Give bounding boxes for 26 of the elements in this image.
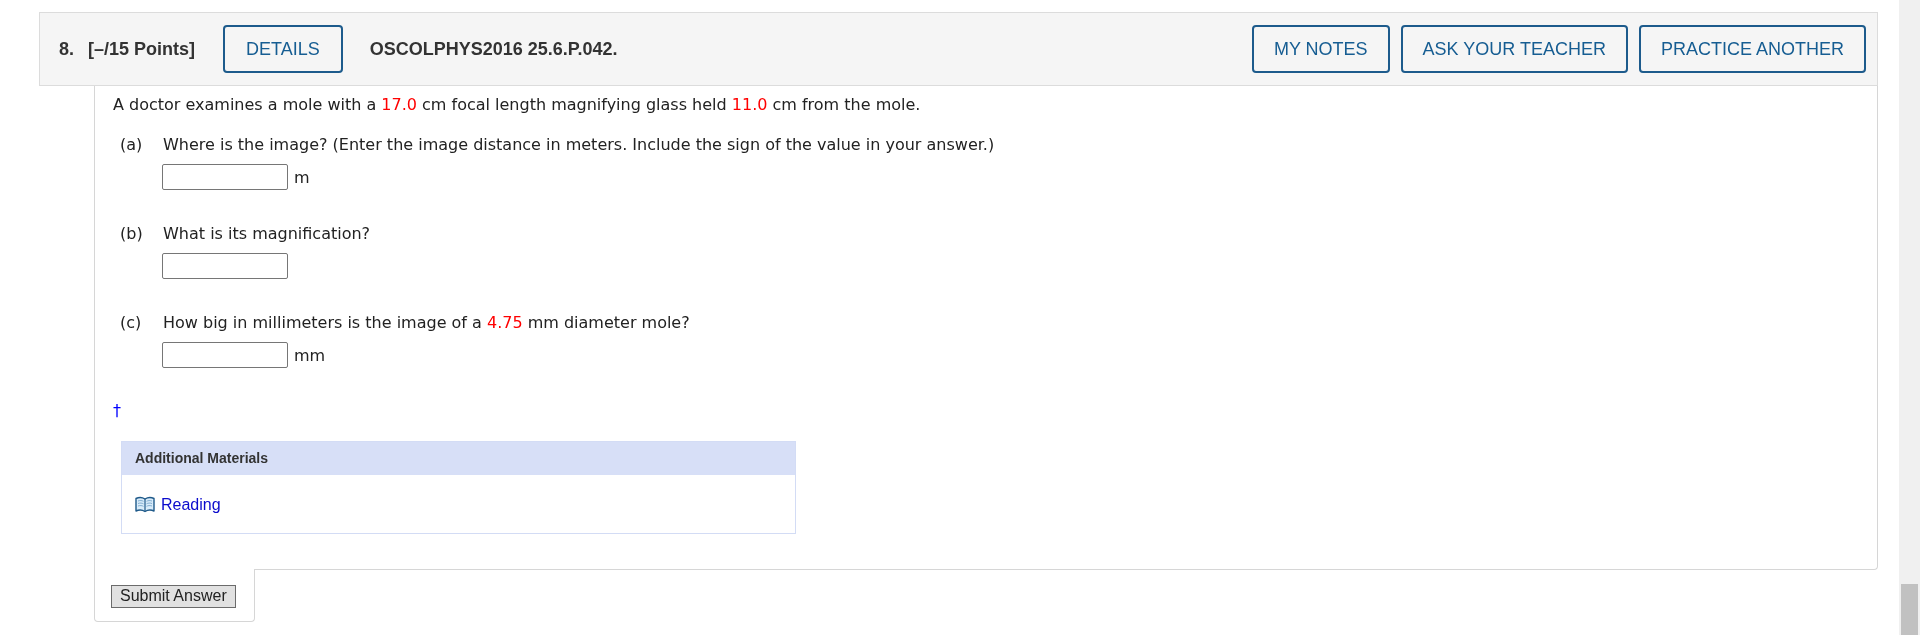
action-button[interactable]: PRACTICE ANOTHER: [1638, 25, 1866, 73]
answer-field[interactable]: [162, 253, 288, 279]
submit-button[interactable]: Submit Answer: [111, 584, 236, 608]
action-button[interactable]: MY NOTES: [1251, 25, 1390, 73]
unit-label: mm: [294, 345, 326, 365]
material-link[interactable]: Reading: [135, 494, 221, 514]
details-button[interactable]: DETAILS: [223, 25, 343, 73]
part-label: (c): [120, 313, 143, 334]
scrollbar-track[interactable]: [1899, 0, 1920, 635]
question-text: How big in millimeters is the image of a 4.75 mm diameter mole?: [163, 313, 690, 332]
problem-statement: A doctor examines a mole with a 17.0 cm focal length magnifying glass held 11.0 cm from the mole.: [113, 95, 922, 114]
panel-header: Additional Materials: [122, 442, 795, 475]
problem-code: OSCOLPHYS2016 25.6.P.042.: [369, 37, 618, 61]
points-label: [–/15 Points]: [88, 37, 196, 61]
book-icon: [135, 495, 155, 513]
unit-label: m: [294, 167, 310, 187]
question-number: 8.: [59, 37, 74, 61]
answer-field[interactable]: [162, 164, 288, 190]
action-button[interactable]: ASK YOUR TEACHER: [1400, 25, 1628, 73]
answer-field[interactable]: [162, 342, 288, 368]
part-label: (a): [120, 135, 144, 156]
question-text: Where is the image? (Enter the image distance in meters. Include the sign of the value in your answer.): [163, 135, 995, 154]
question-text: What is its magnification?: [163, 224, 371, 243]
scrollbar-thumb[interactable]: [1901, 584, 1918, 635]
footnote-mark: †: [113, 401, 121, 420]
part-label: (b): [120, 224, 144, 245]
